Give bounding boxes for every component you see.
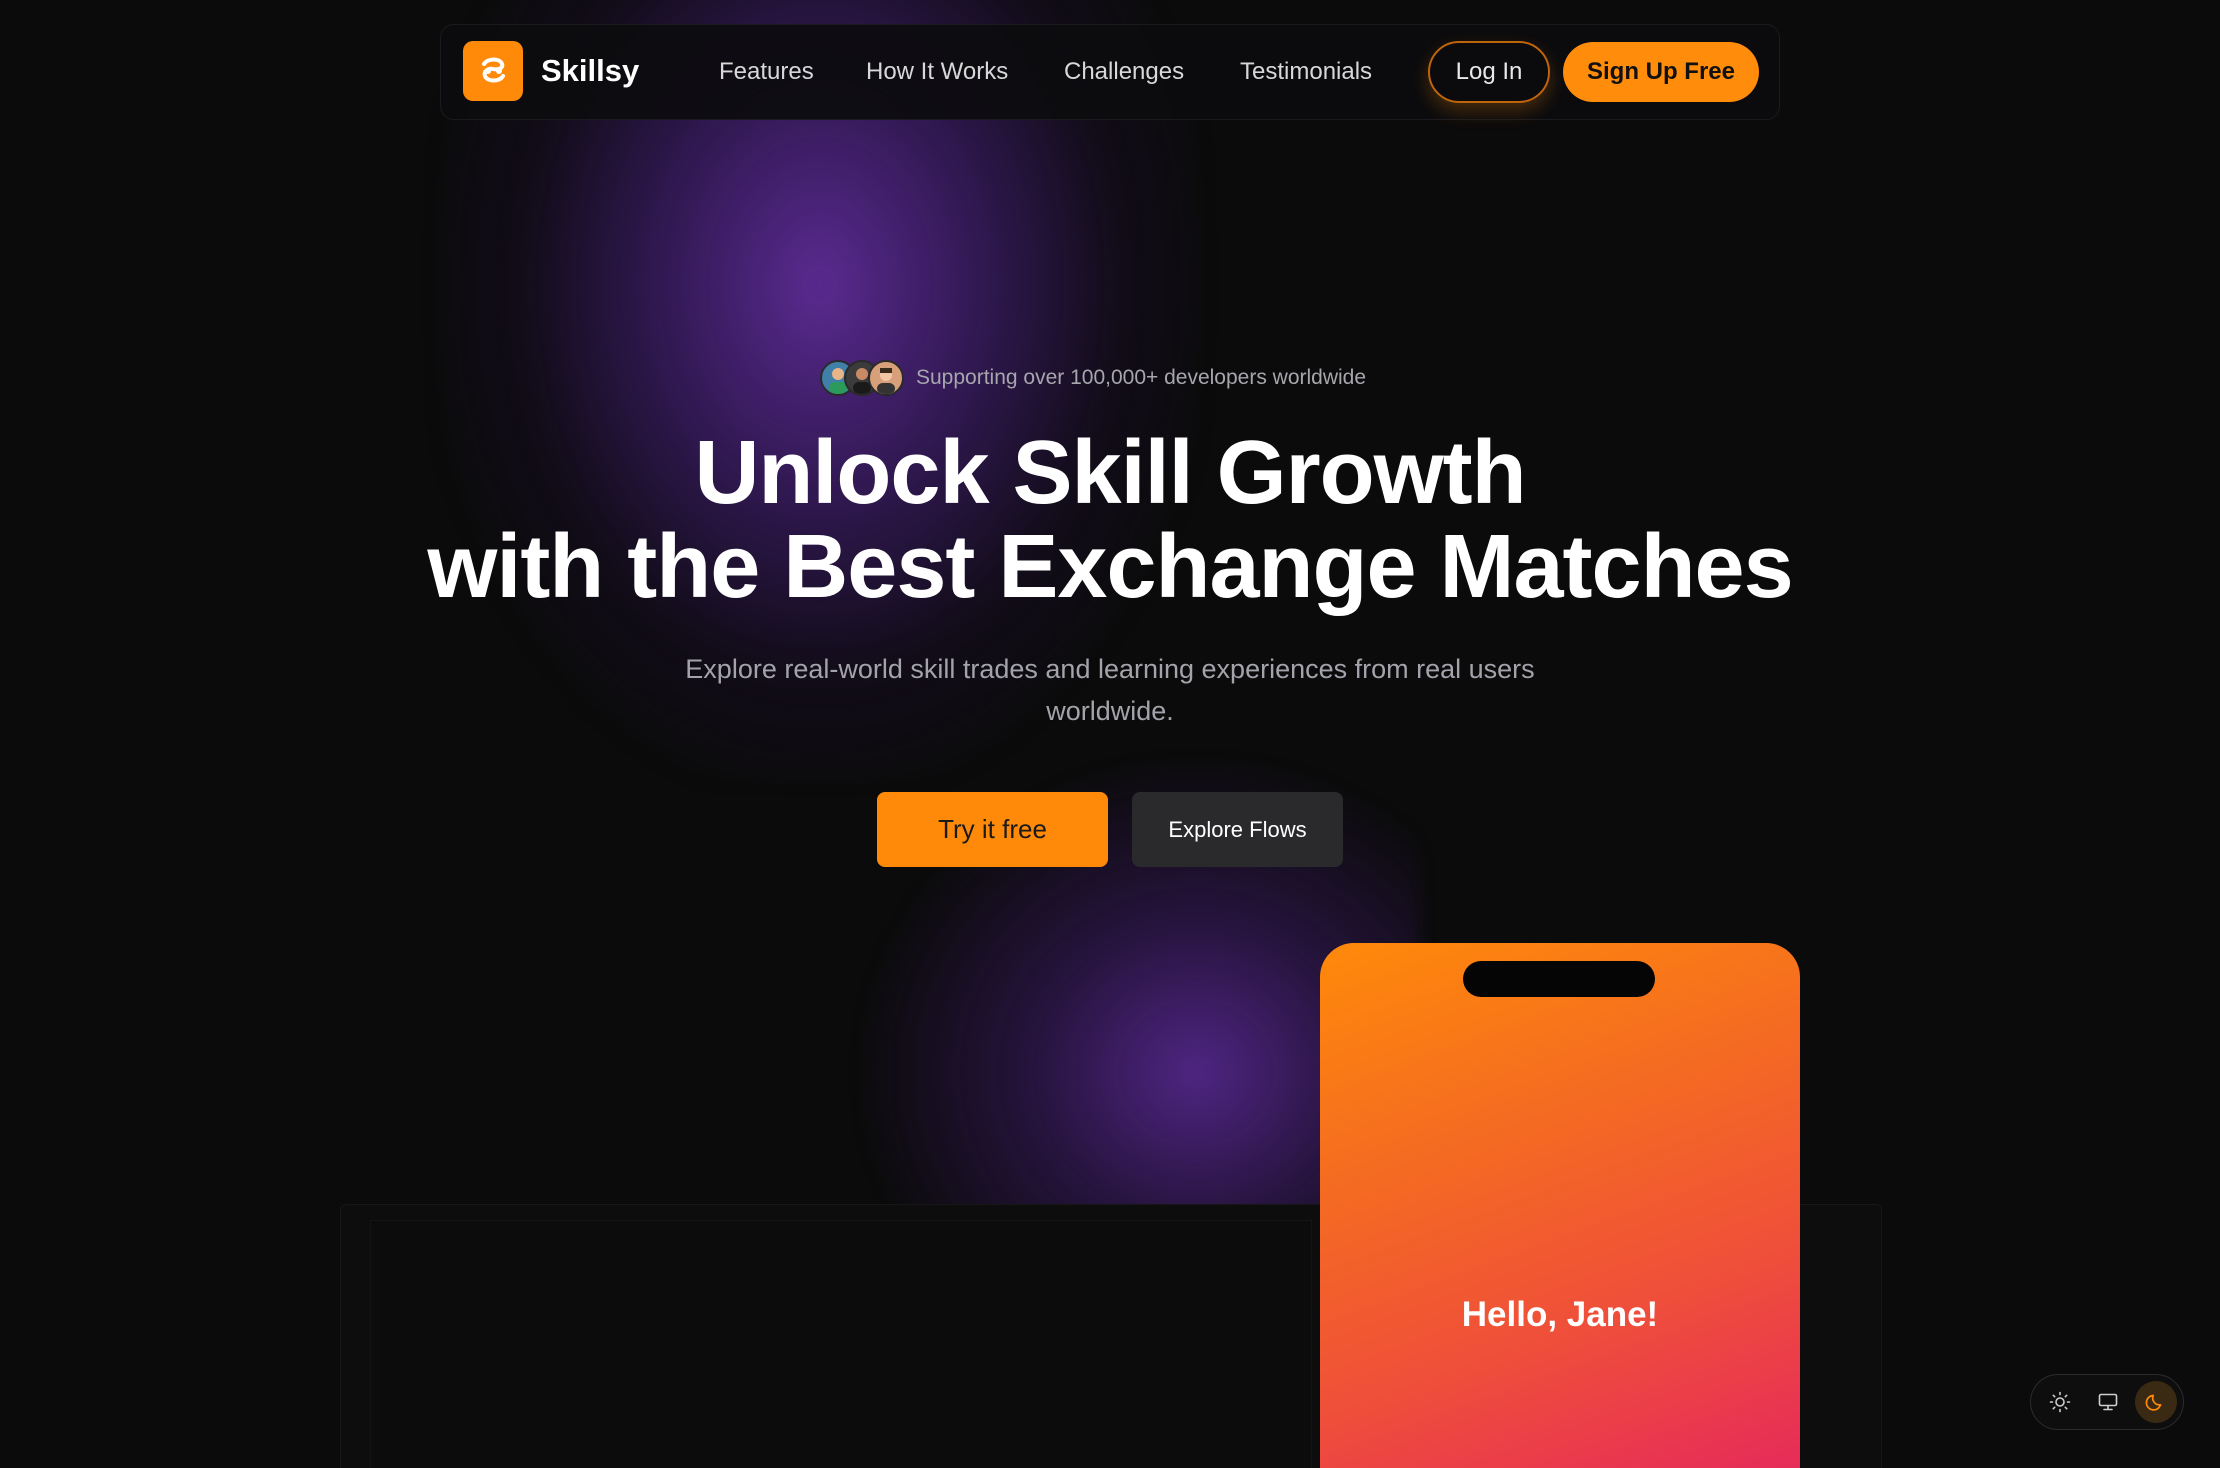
top-navbar: Skillsy Features How It Works Challenges… [440,24,1780,120]
nav-link-testimonials[interactable]: Testimonials [1240,58,1372,86]
try-free-button[interactable]: Try it free [877,792,1108,867]
phone-greeting: Hello, Jane! [1461,1295,1659,1334]
preview-panel-inner [370,1220,1312,1468]
headline-line-2: with the Best Exchange Matches [427,517,1793,617]
headline-line-1: Unlock Skill Growth [694,423,1526,523]
brand-name[interactable]: Skillsy [541,53,639,89]
nav-link-how-it-works[interactable]: How It Works [866,58,1008,86]
avatar-group [820,360,904,396]
phone-mockup: Hello, Jane! [1320,943,1800,1468]
hero-headline: Unlock Skill Growth with the Best Exchan… [0,426,2220,614]
logo-icon[interactable] [463,41,523,101]
hero-subtext: Explore real-world skill trades and lear… [685,654,1535,726]
light-icon[interactable] [2039,1381,2081,1423]
signup-button[interactable]: Sign Up Free [1563,42,1759,102]
nav-link-challenges[interactable]: Challenges [1064,58,1184,86]
support-badge: Supporting over 100,000+ developers worl… [820,360,1366,396]
phone-notch [1463,961,1655,997]
page: Skillsy Features How It Works Challenges… [0,0,2220,1468]
nav-link-features[interactable]: Features [719,58,814,86]
support-text: Supporting over 100,000+ developers worl… [916,366,1367,389]
theme-toggle [2030,1374,2184,1430]
dark-icon[interactable] [2135,1381,2177,1423]
system-icon[interactable] [2087,1381,2129,1423]
explore-flows-button[interactable]: Explore Flows [1132,792,1343,867]
login-button[interactable]: Log In [1428,41,1550,103]
avatar [868,360,904,396]
